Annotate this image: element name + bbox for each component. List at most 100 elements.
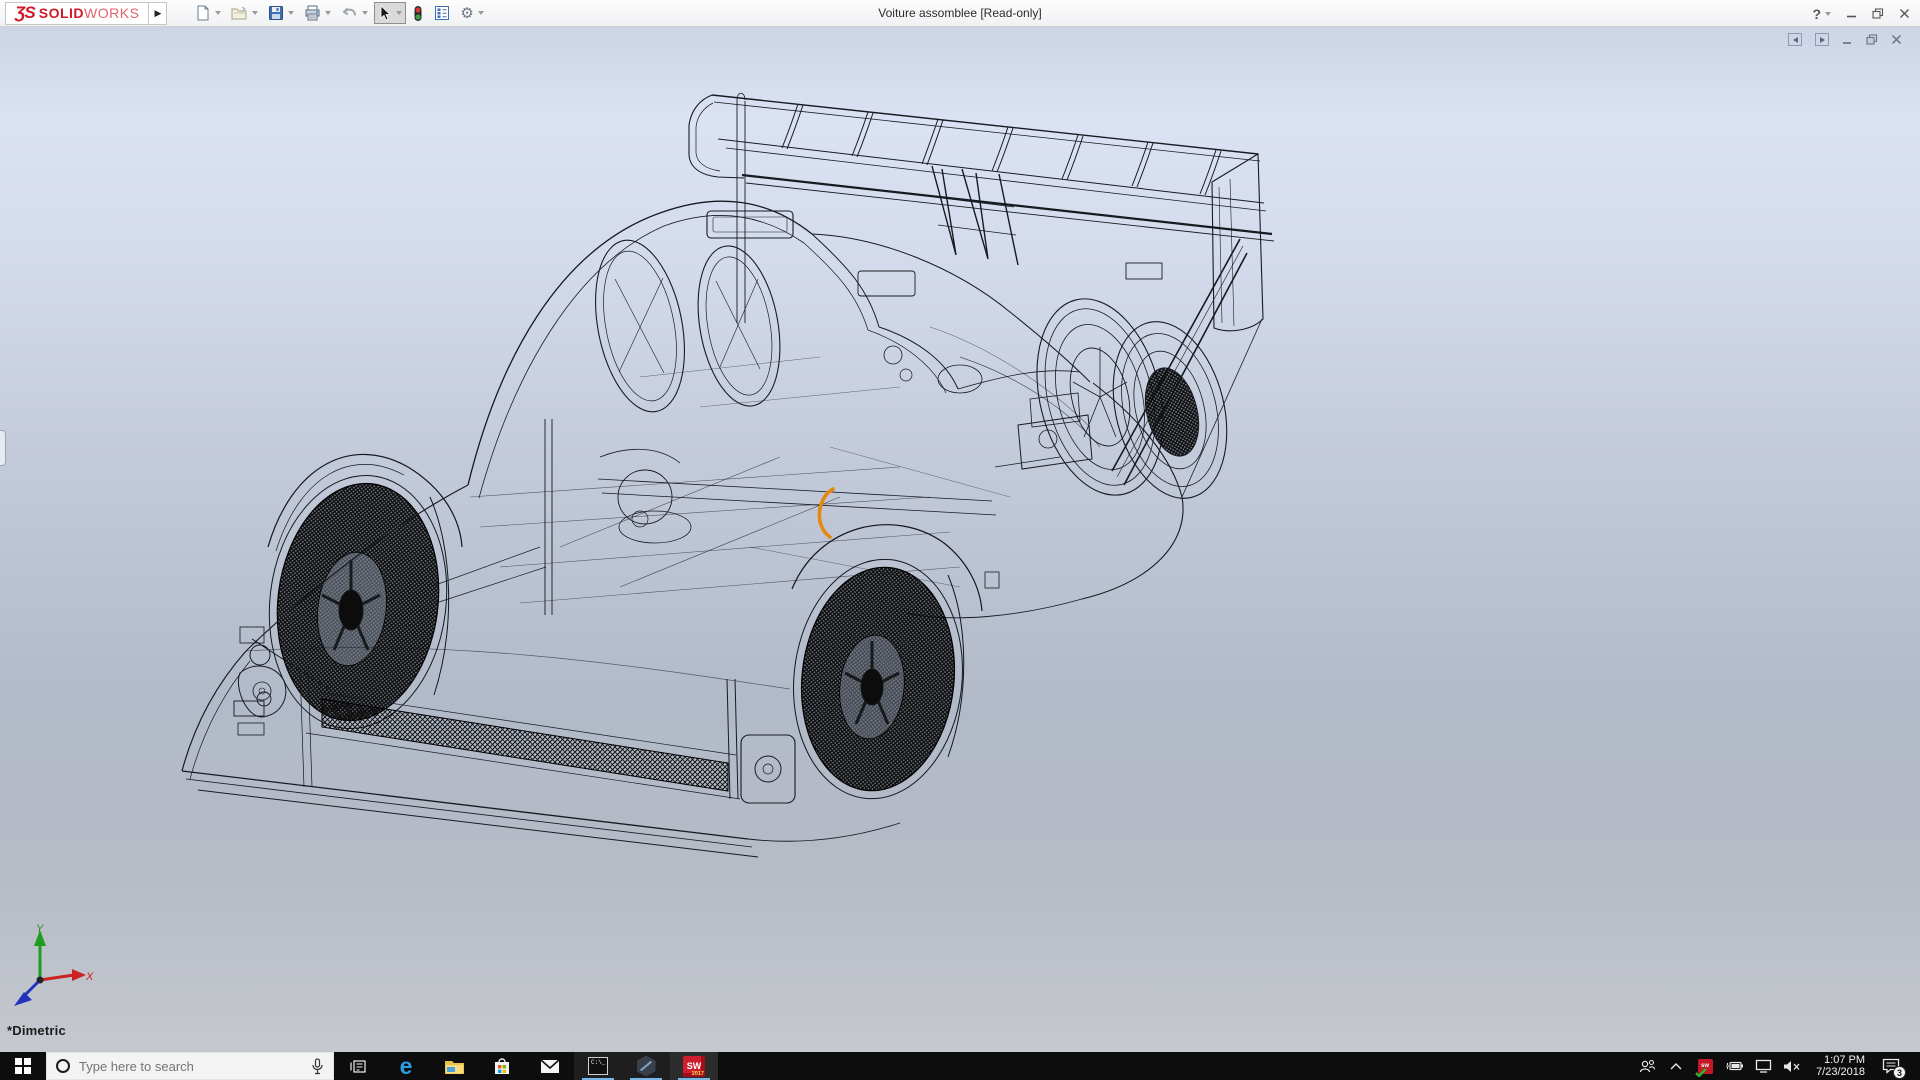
quick-toolbar: ⚙: [191, 2, 487, 25]
windows-taskbar: e C:\_ SW 2017: [0, 1052, 1920, 1080]
taskbar-edge[interactable]: e: [382, 1052, 430, 1080]
restore-button[interactable]: [1872, 8, 1884, 19]
print-button[interactable]: [300, 2, 335, 24]
display-settings-button[interactable]: [430, 2, 454, 24]
network-icon: [1755, 1059, 1772, 1073]
hexagon-app-icon: [637, 1056, 656, 1077]
notification-badge: 3: [1893, 1066, 1906, 1079]
clock-time: 1:07 PM: [1824, 1054, 1865, 1067]
chevron-up-icon: [1670, 1063, 1682, 1070]
network-button[interactable]: [1752, 1052, 1774, 1080]
minimize-button[interactable]: [1846, 8, 1857, 19]
cortana-icon: [56, 1059, 70, 1073]
close-button[interactable]: [1899, 8, 1910, 19]
orientation-triad: Y X: [6, 922, 96, 1014]
arrow-right-icon: [1820, 37, 1825, 43]
taskbar-search[interactable]: [46, 1052, 334, 1080]
taskbar-store[interactable]: [478, 1052, 526, 1080]
taskbar-hexagon-app[interactable]: [622, 1052, 670, 1080]
graphics-viewport[interactable]: Y X *Dimetric: [0, 27, 1920, 1052]
store-icon: [493, 1057, 511, 1075]
chevron-down-icon[interactable]: [325, 11, 331, 15]
mail-icon: [540, 1059, 560, 1074]
solidworks-app: ƷS SOLIDWORKS ▶: [0, 0, 1920, 1080]
solidworks-2017-icon: SW 2017: [683, 1056, 705, 1077]
triad-y-label: Y: [36, 923, 44, 935]
rear-left-wheel[interactable]: [782, 525, 982, 807]
undo-icon: [341, 5, 358, 21]
check-icon: [1695, 1068, 1707, 1077]
start-button[interactable]: [0, 1052, 46, 1080]
windows-logo-icon: [15, 1058, 31, 1074]
select-cursor-icon: [378, 5, 392, 21]
car-body[interactable]: [468, 201, 1262, 618]
window-controls: ?: [1812, 0, 1910, 27]
action-center-button[interactable]: 3: [1878, 1052, 1904, 1080]
select-tool-button[interactable]: [374, 2, 406, 24]
undo-button[interactable]: [337, 2, 372, 24]
speaker-mute-icon: [1783, 1060, 1801, 1073]
view-orientation-label: *Dimetric: [7, 1023, 66, 1038]
taskbar-solidworks[interactable]: SW 2017: [670, 1052, 718, 1080]
open-folder-icon: [231, 5, 248, 21]
options-button[interactable]: ⚙: [456, 3, 487, 24]
microphone-icon[interactable]: [311, 1058, 324, 1075]
doc-close-button[interactable]: [1891, 34, 1902, 45]
file-explorer-icon: [444, 1058, 465, 1075]
traffic-light-icon: [412, 5, 424, 22]
menu-expand-button[interactable]: ▶: [149, 2, 167, 25]
power-button[interactable]: [1723, 1052, 1745, 1080]
chevron-down-icon[interactable]: [252, 11, 258, 15]
solidworks-tray-button[interactable]: sw: [1694, 1052, 1716, 1080]
properties-list-icon: [434, 5, 450, 21]
doc-restore-button[interactable]: [1866, 34, 1878, 45]
expander-icon: ▶: [154, 8, 161, 19]
previous-document-button[interactable]: [1788, 33, 1802, 46]
taskbar-mail[interactable]: [526, 1052, 574, 1080]
printer-icon: [304, 5, 321, 21]
rebuild-button[interactable]: [408, 2, 428, 25]
chevron-down-icon[interactable]: [362, 11, 368, 15]
window-title: Voiture assomblee [Read-only]: [878, 6, 1041, 20]
taskbar-file-explorer[interactable]: [430, 1052, 478, 1080]
brand-solid: SOLID: [39, 5, 84, 21]
solidworks-logo-icon: ƷS: [15, 3, 35, 23]
help-icon: ?: [1812, 6, 1821, 22]
solidworks-tray-icon: sw: [1698, 1059, 1713, 1074]
save-floppy-icon: [268, 5, 284, 21]
gear-icon: ⚙: [460, 6, 473, 21]
doc-minimize-button[interactable]: [1842, 34, 1853, 45]
next-document-button[interactable]: [1815, 33, 1829, 46]
triad-x-label: X: [85, 971, 94, 983]
tray-overflow-button[interactable]: [1665, 1052, 1687, 1080]
title-bar: ƷS SOLIDWORKS ▶: [0, 0, 1920, 27]
document-window-controls: [1788, 33, 1902, 46]
task-view-button[interactable]: [334, 1052, 382, 1080]
save-button[interactable]: [264, 2, 298, 24]
wireframe-car-model[interactable]: [0, 27, 1920, 1052]
help-button[interactable]: ?: [1812, 6, 1831, 22]
system-tray: sw 1:07 PM 7/23/2018 3: [1636, 1052, 1920, 1080]
chevron-down-icon[interactable]: [396, 11, 402, 15]
people-icon: [1639, 1059, 1656, 1073]
chevron-down-icon[interactable]: [288, 11, 294, 15]
battery-plug-icon: [1724, 1060, 1744, 1072]
task-view-icon: [350, 1059, 367, 1074]
chevron-down-icon[interactable]: [215, 11, 221, 15]
highlighted-edge[interactable]: [819, 489, 833, 537]
solidworks-logo: ƷS SOLIDWORKS: [5, 2, 149, 25]
chevron-down-icon[interactable]: [1825, 12, 1831, 16]
taskbar-command-prompt[interactable]: C:\_: [574, 1052, 622, 1080]
open-button[interactable]: [227, 2, 262, 24]
search-input[interactable]: [79, 1059, 302, 1074]
clock-date: 7/23/2018: [1816, 1066, 1865, 1079]
new-document-button[interactable]: [191, 2, 225, 24]
new-document-icon: [195, 5, 211, 21]
brand-works: WORKS: [84, 5, 139, 21]
right-wheels[interactable]: [938, 285, 1244, 510]
volume-button[interactable]: [1781, 1052, 1803, 1080]
people-button[interactable]: [1636, 1052, 1658, 1080]
chevron-down-icon[interactable]: [478, 11, 484, 15]
clock-button[interactable]: 1:07 PM 7/23/2018: [1810, 1054, 1871, 1079]
command-prompt-icon: C:\_: [588, 1057, 608, 1075]
